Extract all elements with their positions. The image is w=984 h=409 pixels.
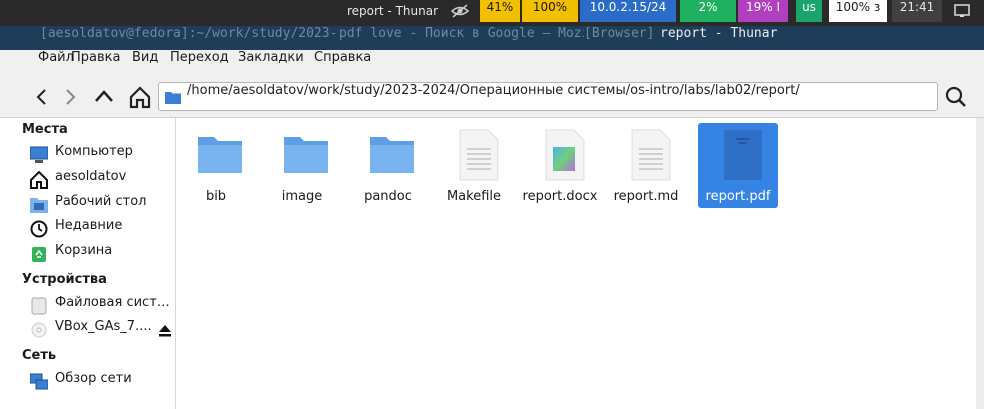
file-name: pandoc xyxy=(364,189,412,204)
sidebar-item-home[interactable]: aesoldatov xyxy=(30,169,172,191)
folder-icon xyxy=(284,137,328,173)
task-thunar[interactable]: report - Thunar xyxy=(660,26,800,50)
disc-icon xyxy=(30,321,48,339)
file-item[interactable]: Makefile xyxy=(434,123,514,208)
file-name: report.pdf xyxy=(705,189,771,204)
menu-edit[interactable]: Правка xyxy=(71,50,120,77)
document-file-icon xyxy=(545,129,585,181)
toolbar: /home/aesoldatov/work/study/2023-2024/Оп… xyxy=(0,77,984,118)
network-icon xyxy=(29,373,49,391)
file-item[interactable]: report.md xyxy=(606,123,686,208)
battery-indicator: 100% з xyxy=(829,0,887,22)
sidebar-item-filesystem[interactable]: Файловая систе... xyxy=(30,295,172,317)
sidebar-item-trash[interactable]: Корзина xyxy=(30,243,172,265)
file-name: bib xyxy=(205,189,227,204)
side-pane: Места Компьютер aesoldatov Рабочий стол … xyxy=(0,118,176,409)
menu-bookmarks[interactable]: Закладки xyxy=(238,50,304,77)
menu-file[interactable]: Файл xyxy=(38,50,74,77)
location-path[interactable]: /home/aesoldatov/work/study/2023-2024/Оп… xyxy=(187,83,800,110)
sidebar-item-label: Корзина xyxy=(55,243,113,258)
volume-indicator: 100% xyxy=(522,0,578,22)
task-terminal[interactable]: [aesoldatov@fedora]:~/work/study/2023-2 xyxy=(40,26,336,50)
pdf-file-icon xyxy=(724,130,762,180)
sidebar-item-label: VBox_GAs_7.... xyxy=(55,319,152,334)
file-item[interactable]: pandoc xyxy=(348,123,428,208)
home-icon xyxy=(129,86,151,109)
eye-icon xyxy=(442,0,478,22)
chevron-left-icon xyxy=(36,89,46,105)
chevron-up-icon xyxy=(95,90,113,102)
location-bar[interactable]: /home/aesoldatov/work/study/2023-2024/Оп… xyxy=(158,82,938,111)
menu-help[interactable]: Справка xyxy=(314,50,371,77)
text-file-icon xyxy=(459,129,499,181)
back-button[interactable] xyxy=(28,83,56,111)
sidebar-item-desktop[interactable]: Рабочий стол xyxy=(30,194,172,216)
vertical-scrollbar[interactable] xyxy=(976,118,984,409)
desktop-folder-icon xyxy=(30,196,48,214)
menu-view[interactable]: Вид xyxy=(132,50,158,77)
top-status-bar: report - Thunar 41% 100% 10.0.2.15/24 2%… xyxy=(0,0,984,26)
up-button[interactable] xyxy=(90,83,118,111)
file-name: report.docx xyxy=(522,189,598,204)
sidebar-item-recent[interactable]: Недавние xyxy=(30,218,172,240)
window-taskbar: [aesoldatov@fedora]:~/work/study/2023-2 … xyxy=(0,26,984,50)
file-item[interactable]: image xyxy=(262,123,342,208)
sidebar-item-network[interactable]: Обзор сети xyxy=(29,371,172,393)
sidebar-item-computer[interactable]: Компьютер xyxy=(29,144,172,166)
file-item[interactable]: bib xyxy=(176,123,256,208)
clock: 21:41 xyxy=(892,0,942,22)
computer-icon xyxy=(29,146,49,164)
eject-icon[interactable] xyxy=(157,323,173,337)
task-firefox[interactable]: pdf love - Поиск в Google — Mozi xyxy=(339,26,584,50)
menu-bar: Файл Правка Вид Переход Закладки Справка xyxy=(0,50,984,77)
folder-icon xyxy=(370,137,414,173)
sidebar-item-vbox-disc[interactable]: VBox_GAs_7.... xyxy=(30,319,172,341)
file-item[interactable]: report.docx xyxy=(520,123,600,208)
file-name: Makefile xyxy=(446,189,502,204)
sidebar-item-label: Компьютер xyxy=(55,144,133,159)
chevron-right-icon xyxy=(66,89,76,105)
task-browser[interactable]: [Browser] xyxy=(584,26,656,50)
active-window-title: report - Thunar xyxy=(346,4,439,18)
clock-icon xyxy=(30,220,48,238)
file-name: image xyxy=(281,189,323,204)
sidebar-item-label: Недавние xyxy=(55,218,123,233)
sidebar-item-label: aesoldatov xyxy=(55,169,127,184)
home-icon xyxy=(30,170,48,189)
keyboard-layout-indicator[interactable]: us xyxy=(796,0,822,22)
screen-icon[interactable] xyxy=(948,0,976,22)
folder-icon xyxy=(198,137,242,173)
file-name: report.md xyxy=(613,189,679,204)
network-address-indicator: 10.0.2.15/24 xyxy=(580,0,676,22)
section-devices: Устройства xyxy=(22,272,107,287)
search-icon xyxy=(945,86,966,107)
trash-icon xyxy=(30,245,48,263)
cpu-load-indicator: 41% xyxy=(480,0,520,22)
sidebar-item-label: Обзор сети xyxy=(55,371,132,386)
icon-view[interactable]: bib image pandoc Makefile report.docx re… xyxy=(176,118,976,409)
file-item-selected[interactable]: report.pdf xyxy=(698,123,778,208)
text-file-icon xyxy=(631,129,671,181)
search-button[interactable] xyxy=(942,83,970,111)
section-places: Места xyxy=(22,122,68,137)
drive-icon xyxy=(30,297,48,315)
section-network: Сеть xyxy=(22,348,57,363)
sidebar-item-label: Файловая систе... xyxy=(55,295,170,310)
cpu-usage-indicator: 2% xyxy=(680,0,736,22)
sidebar-item-label: Рабочий стол xyxy=(55,194,147,209)
memory-indicator: 19% I xyxy=(738,0,788,22)
home-button[interactable] xyxy=(126,83,154,111)
folder-icon xyxy=(165,89,181,104)
forward-button[interactable] xyxy=(56,83,84,111)
menu-go[interactable]: Переход xyxy=(170,50,229,77)
